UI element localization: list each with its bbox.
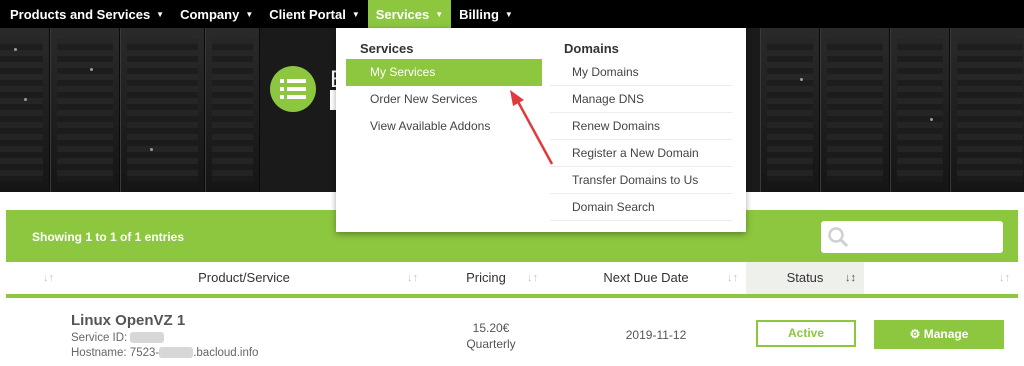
search-input[interactable]: [821, 221, 1003, 253]
column-header-blank[interactable]: ↓↑: [6, 262, 62, 294]
caret-down-icon: ▼: [156, 9, 165, 19]
column-header-product[interactable]: Product/Service ↓↑: [62, 262, 426, 294]
product-name: Linux OpenVZ 1: [71, 312, 186, 329]
pricing-cell: 15.20€ Quarterly: [426, 320, 556, 352]
entries-count-text: Showing 1 to 1 of 1 entries: [32, 230, 185, 244]
server-rack-image: [950, 28, 1024, 192]
menu-item-my-services[interactable]: My Services: [346, 59, 542, 86]
sort-icon: ↓↑: [727, 272, 738, 284]
nav-billing[interactable]: Billing ▼: [451, 0, 521, 28]
services-heading: Services: [360, 41, 414, 56]
search-icon: [828, 227, 849, 248]
manage-button[interactable]: ⚙ Manage: [874, 320, 1004, 349]
price-amount: 15.20€: [472, 321, 510, 335]
hostname-prefix: Hostname: 7523-: [71, 347, 160, 359]
nav-label: Services: [375, 6, 430, 22]
annotation-arrow-icon: [510, 90, 554, 165]
nav-client-portal[interactable]: Client Portal ▼: [261, 0, 368, 28]
rack-led: [150, 148, 153, 151]
hostname: Hostname: 7523- .bacloud.info: [71, 347, 258, 359]
server-rack-image: [760, 28, 820, 192]
server-rack-image: [205, 28, 260, 192]
rack-led: [24, 98, 27, 101]
gear-icon: ⚙: [909, 327, 921, 341]
status-badge: Active: [756, 320, 856, 347]
rack-led: [90, 68, 93, 71]
redacted-value: [159, 347, 194, 359]
column-header-label: Product/Service: [198, 270, 290, 285]
domains-column: Domains My Domains Manage DNS Renew Doma…: [550, 40, 732, 221]
sort-icon: ↓↑: [407, 272, 418, 284]
table-header: ↓↑ Product/Service ↓↑ Pricing ↓↑ Next Due …: [6, 262, 1018, 298]
caret-down-icon: ▼: [351, 9, 360, 19]
sort-icon: ↓↑: [999, 272, 1010, 284]
server-rack-image: [50, 28, 120, 192]
caret-down-icon: ▼: [245, 9, 254, 19]
hostname-suffix: .bacloud.info: [193, 347, 259, 359]
column-header-due-date[interactable]: Next Due Date ↓↑: [546, 262, 746, 294]
redacted-value: [130, 332, 165, 344]
menu-item-domain-search[interactable]: Domain Search: [550, 194, 732, 221]
menu-item-manage-dns[interactable]: Manage DNS: [550, 86, 732, 113]
menu-item-my-domains[interactable]: My Domains: [550, 59, 732, 86]
server-rack-image: [890, 28, 950, 192]
nav-products-and-services[interactable]: Products and Services ▼: [2, 0, 172, 28]
nav-label: Products and Services: [10, 6, 151, 22]
nav-label: Client Portal: [269, 6, 346, 22]
server-rack-image: [820, 28, 890, 192]
column-header-label: Next Due Date: [603, 270, 689, 285]
nav-label: Billing: [459, 6, 499, 22]
sort-descending-icon: ↓↕: [845, 272, 856, 284]
column-header-actions[interactable]: ↓↑: [864, 262, 1018, 294]
nav-services[interactable]: Services ▼: [367, 0, 452, 28]
service-id: Service ID:: [71, 332, 165, 344]
menu-item-transfer-domains[interactable]: Transfer Domains to Us: [550, 167, 732, 194]
manage-label: Manage: [923, 327, 969, 341]
column-header-label: Status: [786, 270, 824, 285]
caret-down-icon: ▼: [435, 9, 444, 19]
sort-icon: ↓↑: [527, 272, 538, 284]
top-navigation: Products and Services ▼ Company ▼ Client P…: [0, 0, 1024, 28]
domains-heading: Domains: [564, 41, 619, 56]
nav-label: Company: [180, 6, 240, 22]
server-rack-image: [120, 28, 205, 192]
caret-down-icon: ▼: [504, 9, 513, 19]
menu-item-register-domain[interactable]: Register a New Domain: [550, 140, 732, 167]
table-row[interactable]: Linux OpenVZ 1 Service ID: Hostname: 752…: [6, 298, 1018, 366]
service-id-label: Service ID:: [71, 332, 128, 344]
menu-item-renew-domains[interactable]: Renew Domains: [550, 113, 732, 140]
next-due-date: 2019-11-12: [625, 328, 687, 342]
rack-led: [930, 118, 933, 121]
column-header-status[interactable]: Status ↓↕: [746, 262, 864, 294]
rack-led: [14, 48, 17, 51]
server-rack-image: [0, 28, 50, 192]
column-header-pricing[interactable]: Pricing ↓↑: [426, 262, 546, 294]
rack-led: [800, 78, 803, 81]
nav-company[interactable]: Company ▼: [172, 0, 261, 28]
list-icon: [270, 66, 316, 112]
billing-cycle: Quarterly: [466, 337, 516, 351]
sort-icon: ↓↑: [43, 272, 54, 284]
column-header-label: Pricing: [466, 270, 506, 285]
